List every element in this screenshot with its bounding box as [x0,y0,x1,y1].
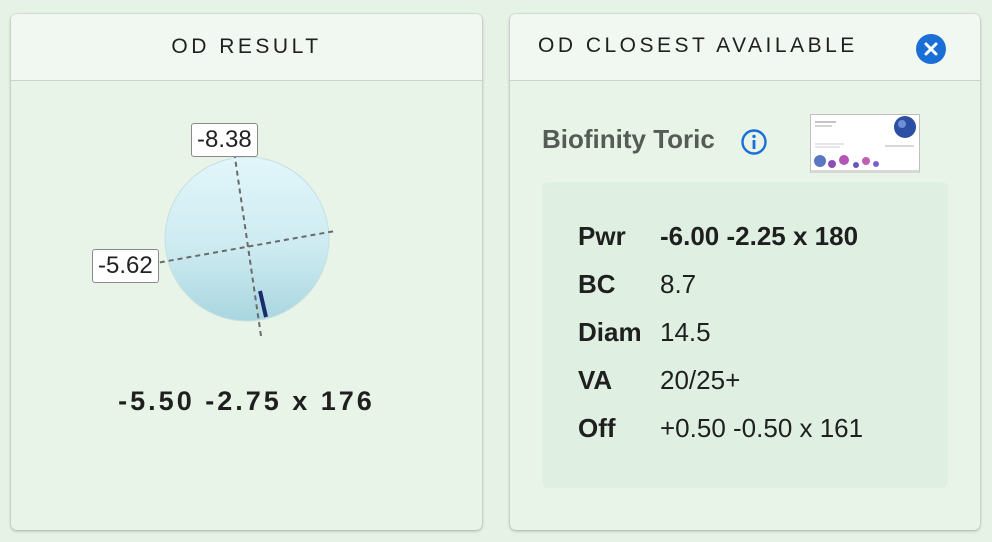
info-icon[interactable] [740,128,768,156]
close-icon [924,42,938,56]
detail-label: Pwr [578,221,626,251]
detail-row-off: Off +0.50 -0.50 x 161 [578,412,863,444]
detail-label: VA [578,365,613,395]
product-name: Biofinity Toric [542,124,715,154]
left-power-tag: -5.62 [92,249,159,283]
detail-label: BC [578,269,616,299]
detail-value: +0.50 -0.50 x 161 [660,413,864,443]
detail-row-power: Pwr -6.00 -2.25 x 180 [578,220,858,252]
detail-row-diam: Diam 14.5 [578,316,711,348]
close-button[interactable] [916,34,946,64]
detail-row-va: VA 20/25+ [578,364,740,396]
detail-value: 14.5 [660,317,711,347]
lens-diagram [150,143,336,337]
product-box-image [810,114,920,173]
top-power-tag: -8.38 [191,123,258,157]
detail-value: -6.00 -2.25 x 180 [660,221,859,251]
detail-row-bc: BC 8.7 [578,268,696,300]
od-closest-available-card: OD CLOSEST AVAILABLE Biofinity Toric Pwr… [510,14,980,530]
card-header: OD CLOSEST AVAILABLE [510,14,980,81]
detail-value: 20/25+ [660,365,741,395]
detail-value: 8.7 [660,269,697,299]
result-prescription: -5.50 -2.75 x 176 [118,386,375,416]
lens-circle [164,156,330,322]
lens-details-panel: Pwr -6.00 -2.25 x 180 BC 8.7 Diam 14.5 VA 20… [542,182,948,488]
card-title: OD CLOSEST AVAILABLE [538,34,858,57]
detail-label: Diam [578,317,642,347]
detail-label: Off [578,413,616,443]
od-result-card: OD RESULT -8.38 -5.62 -5.50 -2.75 x 176 [11,14,482,530]
